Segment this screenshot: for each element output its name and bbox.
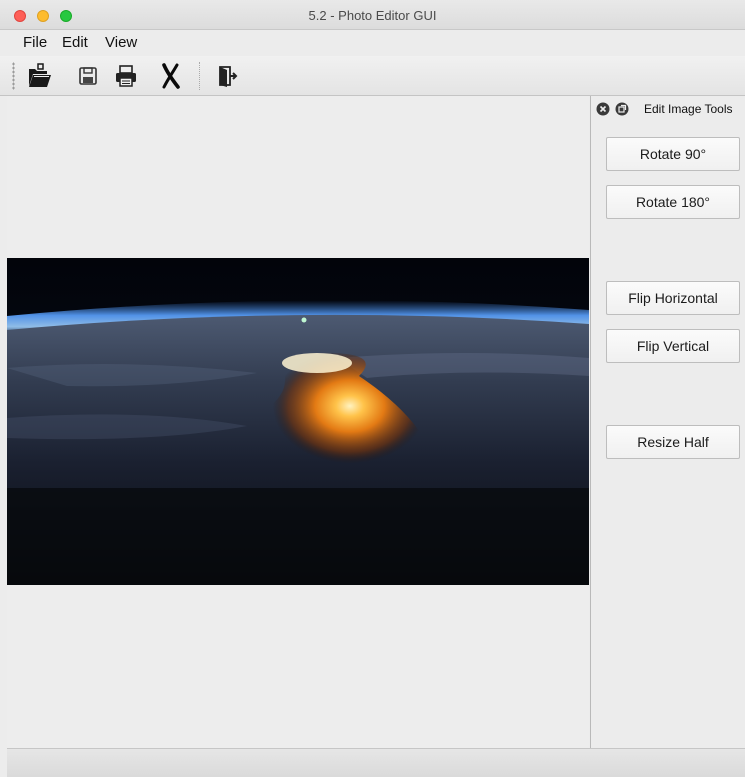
dock-float-icon[interactable] <box>615 102 629 116</box>
earth-sunrise-image <box>7 258 589 585</box>
print-icon[interactable] <box>111 61 141 91</box>
flip-vertical-button[interactable]: Flip Vertical <box>606 329 740 363</box>
edit-tools-dock: Edit Image Tools Rotate 90° Rotate 180° … <box>590 96 745 748</box>
toolbar-grip[interactable] <box>12 62 15 90</box>
menu-edit[interactable]: Edit <box>62 34 88 51</box>
dock-close-icon[interactable] <box>596 102 610 116</box>
save-icon[interactable] <box>73 61 103 91</box>
rotate-90-button[interactable]: Rotate 90° <box>606 137 740 171</box>
toolbar <box>0 56 745 96</box>
status-bar <box>7 748 745 777</box>
window-title: 5.2 - Photo Editor GUI <box>308 8 437 23</box>
toolbar-separator <box>199 62 201 90</box>
dock-header: Edit Image Tools <box>591 96 745 122</box>
title-bar: 5.2 - Photo Editor GUI <box>0 0 745 30</box>
rotate-180-button[interactable]: Rotate 180° <box>606 185 740 219</box>
resize-half-button[interactable]: Resize Half <box>606 425 740 459</box>
exit-icon[interactable] <box>212 61 242 91</box>
open-folder-icon[interactable] <box>24 61 54 91</box>
menu-view[interactable]: View <box>105 34 137 51</box>
dock-title: Edit Image Tools <box>644 102 733 116</box>
menu-file[interactable]: File <box>23 34 47 51</box>
menu-bar: File Edit View <box>0 30 745 56</box>
clear-icon[interactable] <box>156 61 186 91</box>
flip-horizontal-button[interactable]: Flip Horizontal <box>606 281 740 315</box>
